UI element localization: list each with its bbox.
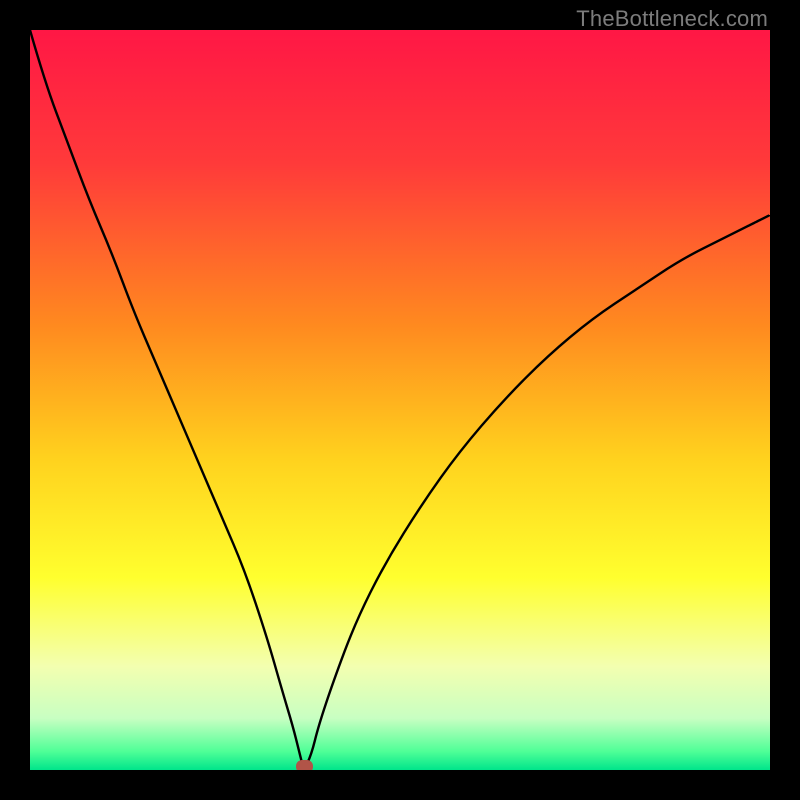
chart-frame: TheBottleneck.com [0,0,800,800]
minimum-marker [296,760,313,770]
plot-area [30,30,770,770]
curve-layer [30,30,770,770]
bottleneck-curve [30,30,770,766]
watermark-text: TheBottleneck.com [576,6,768,32]
